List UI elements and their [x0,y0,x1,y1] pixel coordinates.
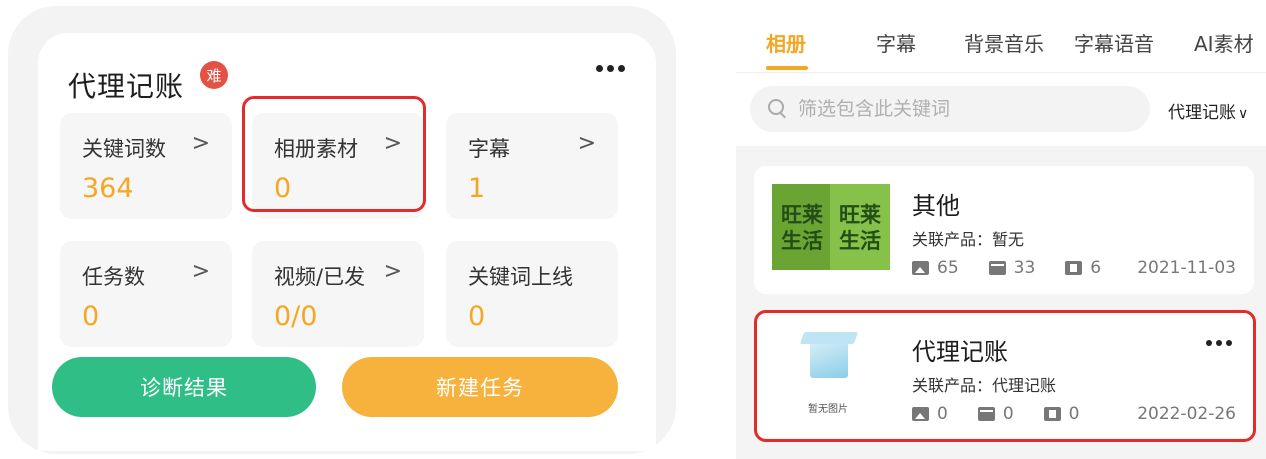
album-related-product: 关联产品：暂无 [912,230,1025,249]
image-count: 65 [937,258,959,278]
stat-keywords[interactable]: 关键词数 > 364 [60,113,232,219]
stat-value: 364 [82,173,134,204]
chevron-right-icon: > [577,131,596,156]
thumbnail-image: 旺莱 生活 [830,184,890,270]
highlight-box [242,96,426,212]
new-task-button[interactable]: 新建任务 [342,357,618,417]
stat-value: 1 [468,173,486,204]
stat-value: 0 [82,301,100,332]
search-icon [768,99,788,119]
stat-keywords-online: 关键词上线 0 [446,241,618,347]
difficulty-badge: 难 [200,61,228,89]
stat-label: 字幕 [468,137,510,161]
product-filter-dropdown[interactable]: 代理记账 ∨ [1168,98,1248,123]
clapper-icon [988,261,1006,275]
card-title: 代理记账 [68,70,185,103]
album-date: 2021-11-03 [1137,258,1236,278]
tab-subtitle-voice[interactable]: 字幕语音 [1074,28,1154,57]
search-input[interactable] [796,97,1130,121]
filter-label: 代理记账 [1168,103,1236,123]
album-item[interactable]: 旺莱 生活 旺莱 生活 其他 关联产品：暂无 65 33 6 2021-11-03 [754,166,1254,294]
active-tab-indicator [766,66,808,70]
search-bar [750,86,1150,132]
clip-count: 33 [1013,258,1036,278]
chevron-right-icon: > [191,131,210,156]
stat-tasks[interactable]: 任务数 > 0 [60,241,232,347]
stat-label: 视频/已发 [274,265,366,289]
album-thumbnail: 旺莱 生活 旺莱 生活 [772,184,890,270]
stat-videos-published[interactable]: 视频/已发 > 0/0 [252,241,424,347]
stat-subtitles[interactable]: 字幕 > 1 [446,113,618,219]
highlight-box [754,310,1256,442]
diagnose-result-button[interactable]: 诊断结果 [52,357,316,417]
thumbnail-image: 旺莱 生活 [772,184,832,270]
chevron-right-icon: > [191,259,210,284]
stat-value: 0/0 [274,301,318,332]
tab-album[interactable]: 相册 [766,28,806,57]
stat-label: 任务数 [82,265,145,289]
video-count: 6 [1090,258,1102,278]
image-icon [912,261,929,275]
tab-background-music[interactable]: 背景音乐 [964,28,1044,57]
album-stats: 65 33 6 [912,258,1131,278]
tab-subtitles[interactable]: 字幕 [876,28,916,57]
stat-value: 0 [468,301,486,332]
tab-bar: 相册 字幕 背景音乐 字幕语音 AI素材 [736,0,1266,73]
more-options-icon[interactable] [596,61,632,75]
album-title: 其他 [912,192,960,220]
chevron-right-icon: > [383,259,402,284]
video-icon [1065,261,1083,275]
stat-label: 关键词数 [82,137,166,161]
tab-ai-materials[interactable]: AI素材 [1194,28,1254,57]
stat-label: 关键词上线 [468,265,573,289]
chevron-down-icon: ∨ [1238,106,1249,122]
